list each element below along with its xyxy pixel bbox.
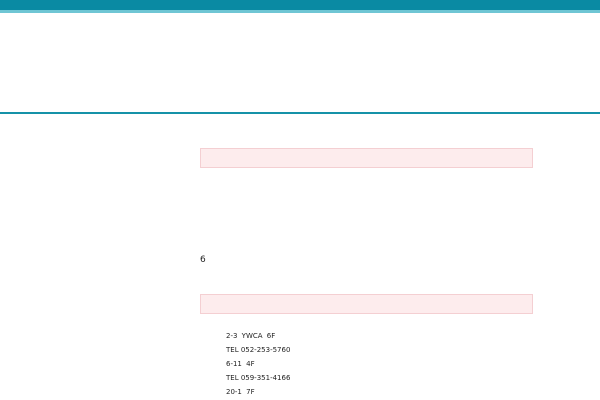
contact-row-address-2: 6-11 4F [200,359,533,369]
address-building: YWCA [241,332,263,340]
contact-row-address-3: 20-1 7F [200,387,533,397]
phone-number: TEL 052-253-5760 [226,346,291,354]
address-floor: 4F [246,360,255,368]
paragraph-6: 6 [200,255,206,265]
contact-value: 6-11 4F [226,359,257,369]
section-heading-1 [200,148,533,168]
section-heading-2 [200,294,533,314]
contact-row-tel-2: TEL 059-351-4166 [200,373,533,383]
address-floor: 6F [266,332,276,340]
contact-value: 20-1 7F [226,387,257,397]
site-header [0,13,600,112]
address-number: 20-1 [226,388,242,396]
address-floor: 7F [246,388,255,396]
address-number: 2-3 [226,332,238,340]
header-divider [0,112,600,114]
address-number: 6-11 [226,360,242,368]
contact-row-tel-1: TEL 052-253-5760 [200,345,533,355]
phone-number: TEL 059-351-4166 [226,374,291,382]
contact-value: 2-3 YWCA 6F [226,331,277,341]
paragraph-5 [200,225,533,253]
contact-row-address-1: 2-3 YWCA 6F [200,331,533,341]
top-banner [0,0,600,13]
